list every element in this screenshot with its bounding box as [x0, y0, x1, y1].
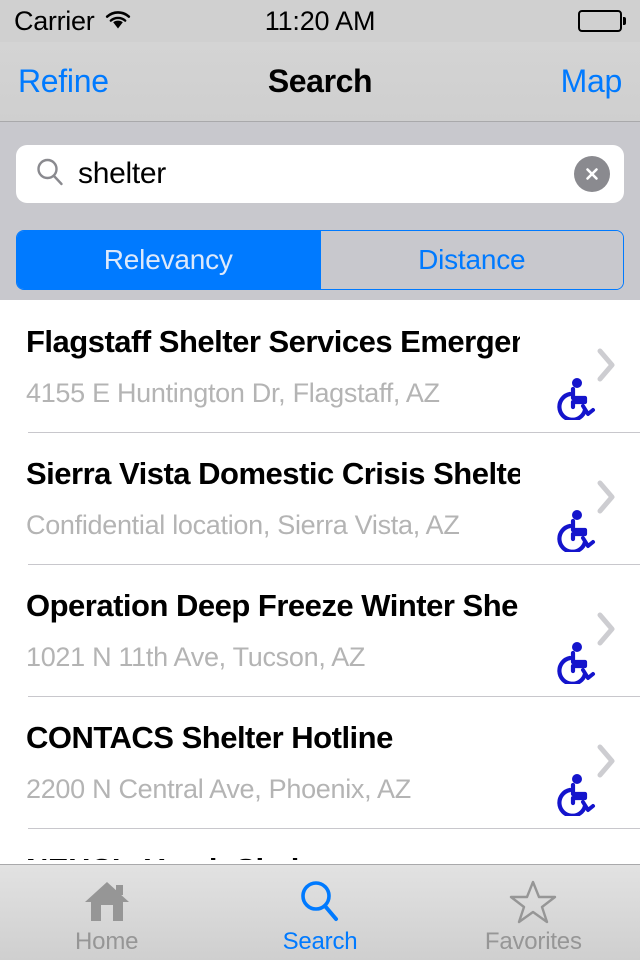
- chevron-right-icon: [596, 742, 618, 780]
- search-icon: [34, 156, 66, 193]
- table-row[interactable]: Operation Deep Freeze Winter Shel… 1021 …: [0, 564, 640, 696]
- result-address: 2200 N Central Ave, Phoenix, AZ: [26, 774, 411, 804]
- result-title: CONTACS Shelter Hotline: [26, 720, 393, 755]
- search-and-filter-area: Relevancy Distance: [0, 122, 640, 300]
- status-bar: Carrier 11:20 AM: [0, 0, 640, 42]
- sort-option-relevancy[interactable]: Relevancy: [17, 231, 320, 289]
- search-results-list[interactable]: Flagstaff Shelter Services Emergen… 4155…: [0, 300, 640, 860]
- chevron-right-icon: [596, 610, 618, 648]
- clear-search-icon[interactable]: [574, 156, 610, 192]
- wheelchair-accessible-icon: [554, 508, 596, 554]
- result-address: 4155 E Huntington Dr, Flagstaff, AZ: [26, 378, 440, 408]
- search-input[interactable]: [78, 157, 574, 191]
- table-row[interactable]: CONTACS Shelter Hotline 2200 N Central A…: [0, 696, 640, 828]
- result-title: Operation Deep Freeze Winter Shel…: [26, 588, 520, 623]
- table-row[interactable]: Flagstaff Shelter Services Emergen… 4155…: [0, 300, 640, 432]
- wheelchair-accessible-icon: [554, 640, 596, 686]
- star-icon: [508, 876, 558, 926]
- result-address: Confidential location, Sierra Vista, AZ: [26, 510, 460, 540]
- table-row[interactable]: NEHCIs Youth Shelter: [0, 828, 640, 860]
- result-title: Flagstaff Shelter Services Emergen…: [26, 324, 520, 359]
- sort-segmented-control[interactable]: Relevancy Distance: [16, 230, 624, 290]
- battery-full-icon: [577, 10, 627, 32]
- table-row[interactable]: Sierra Vista Domestic Crisis Shelte… Con…: [0, 432, 640, 564]
- search-field[interactable]: [16, 145, 624, 203]
- result-title: NEHCIs Youth Shelter: [26, 852, 520, 860]
- chevron-right-icon: [596, 478, 618, 516]
- search-icon: [295, 876, 345, 926]
- map-button[interactable]: Map: [561, 63, 623, 100]
- chevron-right-icon: [596, 346, 618, 384]
- status-bar-left: Carrier: [14, 6, 265, 37]
- clock-label: 11:20 AM: [264, 5, 376, 36]
- home-icon: [82, 876, 132, 926]
- wifi-icon: [103, 8, 133, 35]
- wheelchair-accessible-icon: [554, 772, 596, 818]
- status-bar-right: [375, 10, 627, 32]
- status-bar-center: 11:20 AM: [264, 5, 376, 37]
- tab-search[interactable]: Search: [213, 865, 426, 960]
- tab-bar: Home Search Favorites: [0, 864, 640, 960]
- tab-search-label: Search: [282, 927, 358, 955]
- tab-home[interactable]: Home: [0, 865, 213, 960]
- tab-favorites[interactable]: Favorites: [427, 865, 640, 960]
- result-title: Sierra Vista Domestic Crisis Shelte…: [26, 456, 520, 491]
- navigation-bar: Refine Search Map: [0, 42, 640, 122]
- result-address: 1021 N 11th Ave, Tucson, AZ: [26, 642, 366, 672]
- carrier-label: Carrier: [14, 5, 95, 36]
- refine-button[interactable]: Refine: [18, 63, 109, 100]
- tab-favorites-label: Favorites: [484, 927, 582, 955]
- tab-home-label: Home: [75, 927, 139, 955]
- wheelchair-accessible-icon: [554, 376, 596, 422]
- sort-option-distance[interactable]: Distance: [319, 231, 623, 289]
